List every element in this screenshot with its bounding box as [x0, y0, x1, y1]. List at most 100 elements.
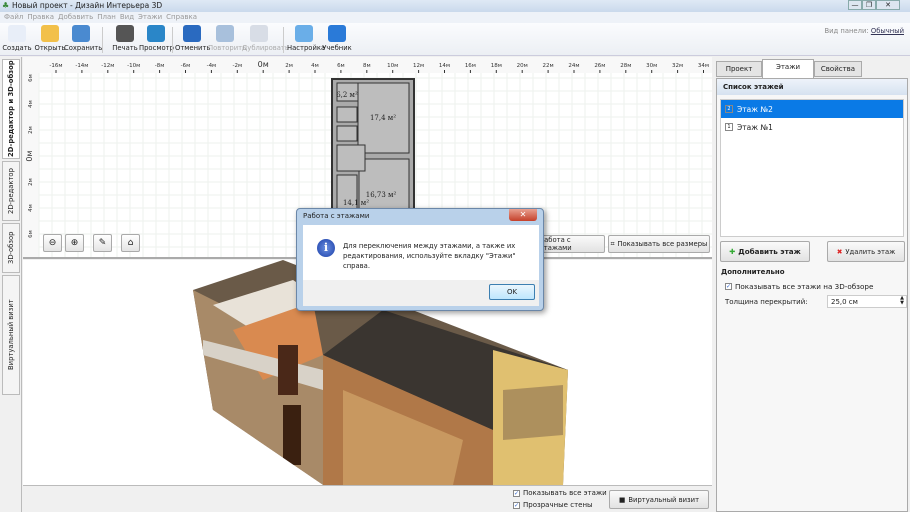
dialog-message: Для переключения между этажами, а также … [343, 242, 516, 270]
menu-item[interactable]: Файл [4, 13, 23, 21]
home-icon[interactable]: ⌂ [121, 234, 140, 252]
separator [283, 27, 284, 53]
title-bar: ♣ Новый проект - Дизайн Интерьера 3D — ❐… [0, 0, 910, 12]
menu-item[interactable]: Этажи [138, 13, 162, 21]
delete-icon: ✖ [836, 247, 843, 256]
zoom-in-button[interactable]: ⊕ [65, 234, 84, 252]
ruler-y-label: 2м [28, 126, 34, 134]
tab-2[interactable]: Свойства [814, 61, 862, 77]
ruler-x-label: 30м [646, 63, 657, 69]
ruler-x-label: 26м [594, 63, 605, 69]
minimize-button[interactable]: — [848, 0, 862, 10]
separator [172, 27, 173, 53]
ruler-x-label: 22м [543, 63, 554, 69]
ruler-x-label: 14м [439, 63, 450, 69]
delete-floor-button[interactable]: ✖ Удалить этаж [827, 241, 905, 262]
toolbar-button[interactable]: Создать [0, 25, 34, 52]
tab-0[interactable]: Проект [716, 61, 762, 77]
separator [102, 27, 103, 53]
menu-item[interactable]: Вид [120, 13, 134, 21]
menu-item[interactable]: Справка [166, 13, 197, 21]
ok-button[interactable]: OK [489, 284, 535, 300]
checkmark-icon: ✓ [725, 283, 732, 290]
gear-icon [295, 25, 313, 42]
ruler-x-label: -8м [155, 63, 165, 69]
save-icon [72, 25, 90, 42]
ruler-x-label: 0м [258, 60, 269, 69]
camera-icon: ■ [618, 495, 626, 504]
ruler-x-label: 24м [568, 63, 579, 69]
dialog-close-button[interactable]: ✕ [509, 209, 537, 221]
floor-label: Этаж №1 [737, 122, 773, 132]
toolbar-button[interactable]: Отменить [175, 25, 211, 52]
menu-item[interactable]: Правка [27, 13, 54, 21]
ruler-x-label: 18м [491, 63, 502, 69]
tab-1[interactable]: Этажи [762, 59, 814, 78]
toolbar-label: Просмотр [139, 44, 174, 52]
show-sizes-button[interactable]: ⌗ Показывать все размеры [608, 235, 710, 253]
toolbar-button[interactable]: Настройка [287, 25, 325, 52]
dimensions-icon: ⌗ [610, 239, 615, 248]
view-mode-link[interactable]: Обычный [871, 27, 904, 35]
toolbar-button[interactable]: Открыть [33, 25, 67, 52]
toolbar-label: Отменить [175, 44, 211, 52]
toolbar-button[interactable]: Просмотр [139, 25, 174, 52]
floors-list-title: Список этажей [717, 79, 907, 95]
spinner-icon[interactable]: ▲ ▼ [900, 296, 904, 306]
toolbar-button[interactable]: Учебник [320, 25, 354, 52]
show-all-3d-checkbox[interactable]: ✓ Показывать все этажи на 3D-обзоре [725, 282, 873, 291]
ruler-x-label: 16м [465, 63, 476, 69]
ruler-x-label: -4м [207, 63, 217, 69]
ruler-x-label: 8м [363, 63, 371, 69]
zoom-out-button[interactable]: ⊖ [43, 234, 62, 252]
folder-icon [41, 25, 59, 42]
toolbar-button[interactable]: Дублировать [242, 25, 289, 52]
toolbar-button[interactable]: Печать [108, 25, 142, 52]
checkmark-icon: ✓ [513, 501, 520, 509]
close-button[interactable]: ✕ [876, 0, 900, 10]
floor-item[interactable]: 1 Этаж №1 [721, 118, 903, 136]
bottom-toolbar: ✓ Показывать все этажи ✓ Прозрачные стены … [23, 485, 712, 512]
floor-item[interactable]: 2 Этаж №2 [721, 100, 903, 118]
undo-icon [183, 25, 201, 42]
virtual-visit-button[interactable]: ■ Виртуальный визит [609, 490, 709, 509]
floors-button[interactable]: Работа с этажами [539, 235, 605, 253]
ruler-x-label: 2м [285, 63, 293, 69]
floors-dialog: Работа с этажами ✕ i Для переключения ме… [296, 208, 544, 311]
toolbar-label: Создать [2, 44, 32, 52]
restore-button[interactable]: ❐ [862, 0, 876, 10]
menu-item[interactable]: План [97, 13, 116, 21]
room-area-label: 16,73 м² [366, 191, 397, 199]
window-title: Новый проект - Дизайн Интерьера 3D [12, 1, 163, 10]
thickness-label: Толщина перекрытий: [725, 298, 808, 306]
new-file-icon [8, 25, 26, 42]
toolbar-label: Сохранить [64, 44, 103, 52]
thickness-input[interactable]: 25,0 см ▲ ▼ [827, 295, 907, 308]
toolbar-button[interactable]: Сохранить [64, 25, 102, 52]
virtual-visit-label: Виртуальный визит [628, 495, 700, 504]
menu-item[interactable]: Добавить [58, 13, 93, 21]
left-tab[interactable]: Виртуальный визит [2, 275, 20, 395]
floors-list[interactable]: 2 Этаж №2 1 Этаж №1 [720, 99, 904, 237]
left-tab[interactable]: 3D-обзор [2, 223, 20, 273]
view-mode: Вид панели: Обычный [824, 27, 904, 35]
toolbar: Вид панели: Обычный Создать Открыть Сохран… [0, 23, 910, 56]
toolbar-button[interactable]: Повторить [208, 25, 246, 52]
room [336, 144, 366, 172]
redo-icon [216, 25, 234, 42]
info-icon: i [317, 239, 335, 257]
right-panel: Проект Этажи Свойства Список этажей 2 Этаж … [712, 57, 910, 512]
add-floor-button[interactable]: ✚ Добавить этаж [720, 241, 810, 262]
left-tab[interactable]: 2D-редактор [2, 161, 20, 221]
toolbar-label: Дублировать [242, 44, 289, 52]
ruler-x-label: -14м [75, 63, 88, 69]
view-mode-label: Вид панели: [824, 27, 869, 35]
left-tab[interactable]: 2D-редактор и 3D-обзор [2, 59, 20, 159]
transparent-walls-checkbox[interactable]: ✓ Прозрачные стены [513, 501, 593, 509]
help-icon [328, 25, 346, 42]
ruler-icon[interactable]: ✎ [93, 234, 112, 252]
ruler-x-label: 10м [387, 63, 398, 69]
show-all-floors-checkbox[interactable]: ✓ Показывать все этажи [513, 489, 607, 497]
ruler-x-label: 28м [620, 63, 631, 69]
left-tabs: 2D-редактор и 3D-обзор 2D-редактор 3D-обзо… [0, 57, 22, 512]
